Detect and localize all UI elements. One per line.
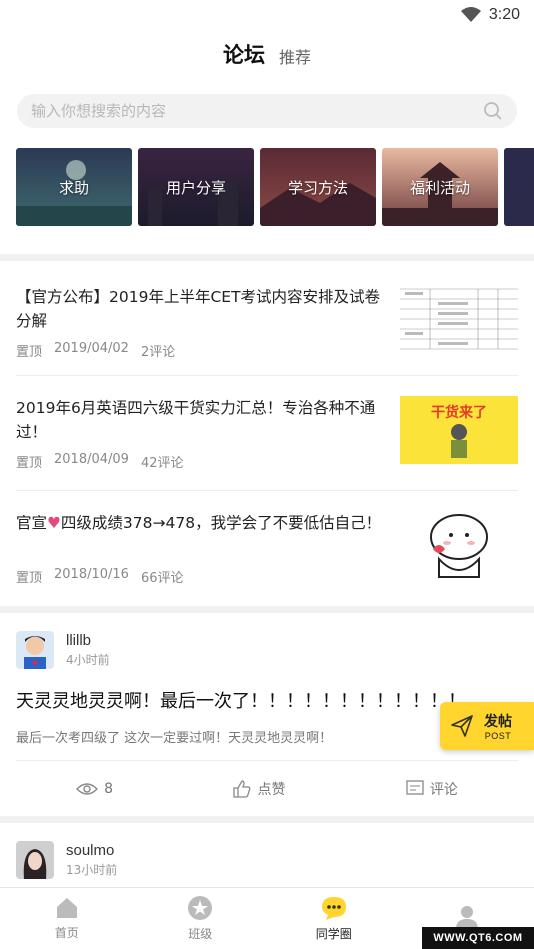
- tab-recommend[interactable]: 推荐: [279, 41, 311, 68]
- view-count: 8: [104, 780, 114, 797]
- article-title: 2019年6月英语四六级干货实力汇总！专治各种不通过！: [16, 399, 376, 441]
- pinned-tag: 置顶: [16, 345, 43, 360]
- tab-forum[interactable]: 论坛: [222, 39, 265, 69]
- wifi-icon: [460, 7, 481, 22]
- article-item[interactable]: 2019年6月英语四六级干货实力汇总！专治各种不通过！ 置顶 2018/04/0…: [16, 376, 518, 491]
- section-divider: [0, 254, 534, 261]
- search-bar[interactable]: [17, 94, 517, 128]
- category-carousel[interactable]: 求助 用户分享 学习方法 福利活动: [0, 148, 534, 226]
- nav-home[interactable]: 首页: [0, 888, 134, 949]
- comment-button[interactable]: 评论: [406, 779, 458, 799]
- new-post-button[interactable]: 发帖 POST: [440, 702, 534, 750]
- search-input[interactable]: [31, 102, 431, 120]
- user-icon: [456, 905, 479, 929]
- category-study-method[interactable]: 学习方法: [260, 148, 376, 226]
- article-date: 2019/04/02: [54, 341, 129, 356]
- section-divider: [0, 606, 534, 613]
- avatar[interactable]: [16, 841, 54, 879]
- comment-count: 66评论: [140, 571, 184, 586]
- article-date: 2018/10/16: [54, 567, 129, 582]
- eye-icon: [76, 782, 99, 795]
- chat-bubble-icon: [321, 897, 346, 920]
- comment-count: 42评论: [140, 456, 184, 471]
- thumb-caption: 干货来了: [431, 405, 487, 421]
- comment-icon: [406, 779, 424, 795]
- article-thumbnail-cartoon: [400, 511, 518, 579]
- nav-classmates[interactable]: 同学圈: [267, 888, 401, 949]
- post-card[interactable]: soulmo 13小时前: [0, 823, 534, 879]
- cartoon-character-icon: [451, 424, 467, 458]
- article-title: 官宣♥四级成绩378→478，我学会了不要低估自己！: [16, 514, 382, 532]
- post-button-label: 发帖: [484, 714, 512, 730]
- category-welfare[interactable]: 福利活动: [382, 148, 498, 226]
- star-icon: [188, 896, 213, 920]
- header: 论坛 推荐: [0, 30, 534, 78]
- category-user-share[interactable]: 用户分享: [138, 148, 254, 226]
- views-action: 8: [76, 781, 113, 797]
- article-item[interactable]: 【官方公布】2019年上半年CET考试内容安排及试卷分解 置顶 2019/04/…: [16, 261, 518, 376]
- category-help[interactable]: 求助: [16, 148, 132, 226]
- home-icon: [56, 898, 77, 918]
- article-thumbnail-table: [400, 285, 518, 353]
- article-list: 【官方公布】2019年上半年CET考试内容安排及试卷分解 置顶 2019/04/…: [0, 261, 534, 606]
- section-divider: [0, 816, 534, 823]
- post-actions: 8 点赞 评论: [16, 760, 518, 816]
- paper-plane-icon: [451, 715, 473, 737]
- post-time: 4小时前: [66, 653, 110, 667]
- like-button[interactable]: 点赞: [233, 779, 285, 799]
- user-name[interactable]: soulmo: [66, 842, 117, 859]
- watermark: WWW.QT6.COM: [422, 927, 534, 949]
- search-icon[interactable]: [483, 101, 503, 121]
- pinned-tag: 置顶: [16, 571, 43, 586]
- article-thumbnail-yellow: 干货来了: [400, 396, 518, 464]
- pinned-tag: 置顶: [16, 456, 43, 471]
- thumbs-up-icon: [233, 779, 251, 798]
- heart-icon: ♥: [47, 514, 61, 532]
- article-date: 2018/04/09: [54, 452, 129, 467]
- nav-class[interactable]: 班级: [134, 888, 268, 949]
- status-time: 3:20: [488, 6, 520, 23]
- status-bar: 3:20: [0, 0, 534, 30]
- avatar[interactable]: [16, 631, 54, 669]
- article-title: 【官方公布】2019年上半年CET考试内容安排及试卷分解: [16, 288, 381, 330]
- category-more[interactable]: [504, 148, 534, 226]
- comment-count: 2评论: [140, 345, 176, 360]
- post-time: 13小时前: [66, 863, 118, 877]
- post-button-sublabel: POST: [484, 731, 512, 741]
- user-name[interactable]: llillb: [66, 632, 110, 649]
- article-item[interactable]: 官宣♥四级成绩378→478，我学会了不要低估自己！ 置顶 2018/10/16…: [16, 491, 518, 606]
